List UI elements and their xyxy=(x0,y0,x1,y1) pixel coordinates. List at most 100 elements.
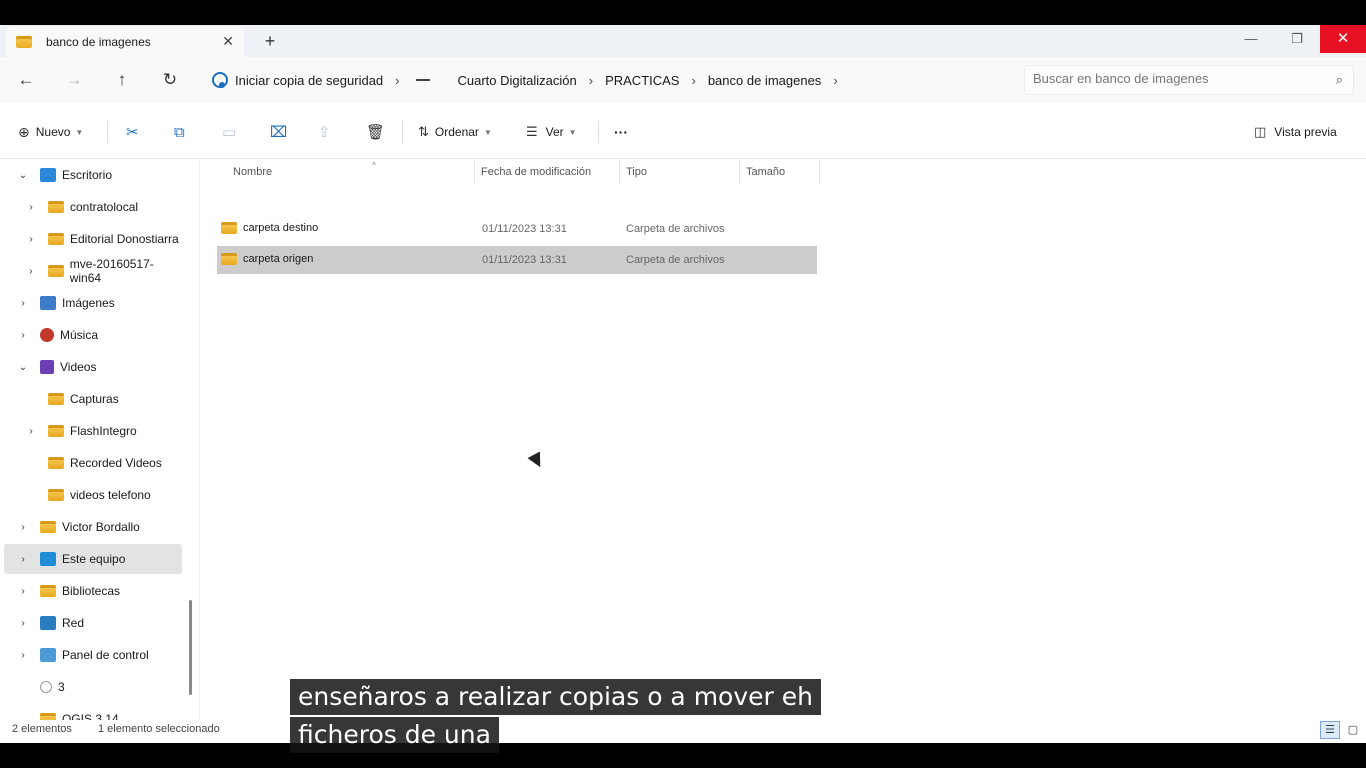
share-button[interactable]: ⇪ xyxy=(318,119,331,145)
search-box[interactable]: ⌕ xyxy=(1024,65,1354,95)
chevron-right-icon[interactable]: › xyxy=(16,650,30,661)
details-view-button[interactable]: ☰ xyxy=(1320,721,1340,739)
column-header-type[interactable]: Tipo xyxy=(620,160,740,184)
more-options-button[interactable]: ··· xyxy=(614,119,628,145)
sidebar-item-capturas[interactable]: Capturas xyxy=(0,384,184,414)
chevron-right-icon[interactable]: › xyxy=(395,73,399,88)
sidebar-item-panel-de-control[interactable]: › Panel de control xyxy=(0,640,184,670)
maximize-button[interactable]: ❐ xyxy=(1274,25,1320,53)
videos-icon xyxy=(40,360,54,374)
sidebar-item-imagenes[interactable]: › Imágenes xyxy=(0,288,184,318)
preview-pane-button[interactable]: ◫ Vista previa xyxy=(1254,119,1337,145)
new-label: Nuevo xyxy=(35,125,71,139)
sidebar-item-label: Red xyxy=(62,616,85,630)
refresh-button[interactable]: ↻ xyxy=(156,67,184,93)
sidebar-item-videos[interactable]: ⌄ Videos xyxy=(0,352,184,382)
file-name: carpeta origen xyxy=(243,253,314,265)
sort-button[interactable]: ⇅ Ordenar ▼ xyxy=(418,119,492,145)
close-window-button[interactable]: ✕ xyxy=(1320,25,1366,53)
file-name-cell: carpeta destino xyxy=(221,222,318,234)
sidebar-item-label: 3 xyxy=(58,680,65,694)
sidebar-scrollbar[interactable] xyxy=(189,600,192,695)
forward-button[interactable]: → xyxy=(60,67,88,93)
breadcrumb-banco-de-imagenes[interactable]: banco de imagenes xyxy=(708,73,821,88)
sidebar-item-videos-telefono[interactable]: videos telefono xyxy=(0,480,184,510)
back-button[interactable]: ← xyxy=(12,67,40,93)
sidebar-item-este-equipo[interactable]: › Este equipo xyxy=(4,544,182,574)
sidebar-item-musica[interactable]: › Música xyxy=(0,320,184,350)
sidebar-item-bibliotecas[interactable]: › Bibliotecas xyxy=(0,576,184,606)
chevron-right-icon[interactable]: › xyxy=(16,554,30,565)
chevron-right-icon[interactable]: › xyxy=(24,202,38,213)
sidebar-item-label: Escritorio xyxy=(62,168,113,182)
sidebar-item-qgis[interactable]: QGIS 3.14 xyxy=(0,704,184,720)
chevron-right-icon[interactable]: › xyxy=(691,73,695,88)
up-button[interactable]: ↑ xyxy=(108,67,136,93)
sidebar-item-recorded-videos[interactable]: Recorded Videos xyxy=(0,448,184,478)
cut-button[interactable]: ✂ xyxy=(126,119,139,145)
sidebar-item-label: FlashIntegro xyxy=(70,424,137,438)
paste-button[interactable]: ▭ xyxy=(222,119,236,145)
table-row[interactable]: carpeta destino 01/11/2023 13:31 Carpeta… xyxy=(217,215,817,243)
divider xyxy=(598,121,599,143)
file-name: carpeta destino xyxy=(243,222,319,234)
tiles-view-button[interactable]: ▢ xyxy=(1344,721,1362,739)
sidebar-item-mve[interactable]: › mve-20160517-win64 xyxy=(0,256,184,286)
sidebar-item-flashintegro[interactable]: › FlashIntegro xyxy=(0,416,184,446)
chevron-right-icon[interactable]: › xyxy=(24,266,38,277)
minimize-button[interactable]: — xyxy=(1228,25,1274,53)
new-tab-button[interactable]: + xyxy=(258,30,282,52)
view-label: Ver xyxy=(545,125,564,139)
breadcrumb-backup[interactable]: Iniciar copia de seguridad xyxy=(235,73,383,88)
column-header-name[interactable]: ^ Nombre xyxy=(227,160,475,184)
view-button[interactable]: ☰ Ver ▼ xyxy=(526,119,577,145)
rename-button[interactable]: ⌧ xyxy=(270,119,287,145)
search-icon[interactable]: ⌕ xyxy=(1336,72,1343,88)
tab-banco-de-imagenes[interactable]: banco de imagenes ✕ xyxy=(6,27,244,57)
subtitle-line-1: enseñaros a realizar copias o a mover eh xyxy=(290,679,821,715)
sidebar-item-editorial-donostiarra[interactable]: › Editorial Donostiarra xyxy=(0,224,184,254)
chevron-down-icon[interactable]: ⌄ xyxy=(16,362,30,373)
sidebar-item-label: mve-20160517-win64 xyxy=(69,257,154,285)
table-row[interactable]: carpeta origen 01/11/2023 13:31 Carpeta … xyxy=(217,246,817,274)
sidebar-item-label: Imágenes xyxy=(62,296,115,310)
folder-icon xyxy=(40,521,56,533)
sidebar-item-victor-bordallo[interactable]: › Victor Bordallo xyxy=(0,512,184,542)
chevron-right-icon[interactable]: › xyxy=(833,73,837,88)
chevron-down-icon: ▼ xyxy=(75,127,84,137)
sidebar-item-contratolocal[interactable]: › contratolocal xyxy=(0,192,184,222)
chevron-right-icon[interactable]: › xyxy=(16,586,30,597)
chevron-right-icon[interactable]: › xyxy=(589,73,593,88)
chevron-right-icon[interactable]: › xyxy=(16,330,30,341)
chevron-right-icon[interactable]: › xyxy=(24,426,38,437)
copy-button[interactable]: ⧉ xyxy=(174,119,185,145)
pictures-icon xyxy=(40,296,56,310)
sidebar-item-label: Música xyxy=(60,328,99,342)
navigation-pane: ⌄ Escritorio › contratolocal › Editorial… xyxy=(0,160,200,720)
folder-icon xyxy=(221,222,237,234)
chevron-down-icon: ▼ xyxy=(483,127,492,137)
sidebar-item-red[interactable]: › Red xyxy=(0,608,184,638)
column-header-date[interactable]: Fecha de modificación xyxy=(475,160,620,184)
chevron-right-icon[interactable]: › xyxy=(24,234,38,245)
breadcrumb-practicas[interactable]: PRACTICAS xyxy=(605,73,679,88)
view-icon: ☰ xyxy=(526,124,538,139)
close-tab-icon[interactable]: ✕ xyxy=(222,33,234,50)
folder-icon xyxy=(221,253,237,265)
divider xyxy=(107,121,108,143)
breadcrumb-cuarto-digitalizacion[interactable]: Cuarto Digitalización xyxy=(458,73,577,88)
chevron-right-icon[interactable]: › xyxy=(16,618,30,629)
sidebar-item-escritorio[interactable]: ⌄ Escritorio xyxy=(0,160,184,190)
plus-circle-icon: ⊕ xyxy=(18,123,30,140)
new-button[interactable]: ⊕ Nuevo ▼ xyxy=(18,119,83,145)
column-header-size[interactable]: Tamaño xyxy=(740,160,820,184)
folder-icon xyxy=(40,585,56,597)
delete-button[interactable]: 🗑 xyxy=(366,119,385,145)
sidebar-item-3[interactable]: 3 xyxy=(0,672,184,702)
chevron-right-icon[interactable]: › xyxy=(16,522,30,533)
desktop-icon xyxy=(40,168,56,182)
search-input[interactable] xyxy=(1033,71,1313,86)
chevron-down-icon[interactable]: ⌄ xyxy=(16,170,30,181)
chevron-right-icon[interactable]: › xyxy=(16,298,30,309)
tab-bar: banco de imagenes ✕ + — ❐ ✕ xyxy=(0,25,1366,57)
